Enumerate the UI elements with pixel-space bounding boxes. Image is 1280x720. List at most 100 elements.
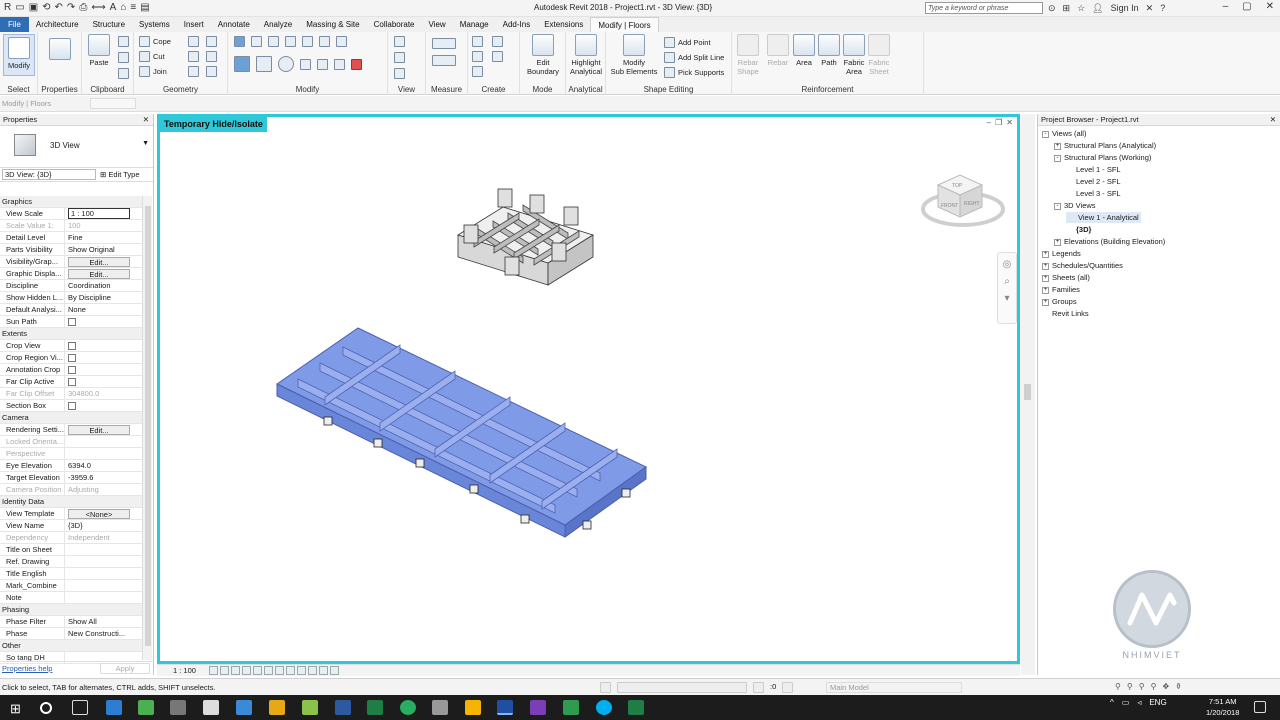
rotate-icon[interactable]: [278, 56, 294, 72]
tree-item[interactable]: + Structural Plans (Analytical): [1054, 140, 1156, 151]
property-value[interactable]: 100: [65, 220, 142, 231]
view-scale[interactable]: 1 : 100: [173, 665, 196, 677]
select-links-icon[interactable]: ⚲: [1115, 682, 1121, 691]
visual-style-icon[interactable]: [220, 666, 229, 675]
sun-path-icon[interactable]: [231, 666, 240, 675]
tree-item[interactable]: Level 1 - SFL: [1066, 164, 1121, 175]
visual-studio-icon[interactable]: [530, 700, 546, 715]
split-gap-icon[interactable]: [319, 36, 330, 47]
rebar-button[interactable]: Rebar: [764, 34, 792, 67]
tab-systems[interactable]: Systems: [132, 17, 177, 32]
network-icon[interactable]: ▭: [1122, 698, 1130, 707]
highlight-displacement-icon[interactable]: [330, 666, 339, 675]
wall-joins-icon[interactable]: [188, 36, 199, 47]
highlight-analytical-button[interactable]: Highlight Analytical: [566, 34, 606, 76]
property-value[interactable]: [65, 592, 142, 603]
property-value[interactable]: <None>: [65, 508, 142, 519]
sync-icon[interactable]: ⟲: [42, 2, 50, 14]
shadows-icon[interactable]: [242, 666, 251, 675]
align-icon[interactable]: [234, 36, 245, 47]
help-icon[interactable]: ?: [1160, 2, 1165, 14]
tree-item[interactable]: + Families: [1042, 284, 1080, 295]
scroll-thumb[interactable]: [1024, 384, 1031, 400]
windows-start-icon[interactable]: ⊞: [10, 701, 21, 717]
fabric-area-button[interactable]: Fabric Area: [842, 34, 866, 76]
property-value[interactable]: Edit...: [65, 268, 142, 279]
apply-button[interactable]: Apply: [100, 663, 150, 674]
tree-item[interactable]: -3D Views: [1054, 200, 1096, 211]
model-selector[interactable]: Main Model: [826, 682, 962, 693]
property-value[interactable]: [65, 352, 142, 363]
options-dropdown[interactable]: [90, 98, 136, 109]
add-split-line-button[interactable]: Add Split Line: [664, 52, 724, 63]
app-icon[interactable]: [432, 700, 448, 715]
property-checkbox[interactable]: [68, 378, 76, 386]
expand-icon[interactable]: +: [1042, 298, 1049, 306]
create-similar-icon[interactable]: [492, 36, 503, 47]
modify-button[interactable]: Modify: [3, 34, 35, 76]
tree-item[interactable]: - Structural Plans (Working): [1054, 152, 1151, 163]
offset-icon[interactable]: [251, 36, 262, 47]
tree-item[interactable]: + Schedules/Quantities: [1042, 260, 1123, 271]
unjoin-icon[interactable]: [206, 66, 217, 77]
app-icon[interactable]: [138, 700, 154, 715]
reveal-hidden-icon[interactable]: [308, 666, 317, 675]
design-options-icon[interactable]: [617, 682, 747, 693]
create-assembly-icon[interactable]: [472, 51, 483, 62]
crop-view-icon[interactable]: [264, 666, 273, 675]
property-group-header[interactable]: Graphics: [0, 196, 142, 208]
property-value[interactable]: 6394.0: [65, 460, 142, 471]
trim-icon[interactable]: [300, 58, 311, 70]
tab-architecture[interactable]: Architecture: [29, 17, 86, 32]
select-underlay-icon[interactable]: ⚲: [1127, 682, 1133, 691]
similar-icon[interactable]: [492, 51, 503, 62]
maximize-icon[interactable]: ▢: [1242, 1, 1251, 12]
match-type-icon[interactable]: [118, 68, 129, 79]
collapse-icon[interactable]: -: [1054, 154, 1061, 162]
tree-item[interactable]: View 1 - Analytical: [1066, 212, 1141, 223]
app-icon[interactable]: [236, 700, 252, 715]
exchange-icon[interactable]: ✕: [1146, 2, 1154, 14]
tab-modify-floors[interactable]: Modify | Floors: [590, 16, 659, 33]
close-icon[interactable]: ✕: [1270, 114, 1276, 126]
viewcube[interactable]: TOP FRONT RIGHT: [921, 174, 1005, 227]
exclude-options-icon[interactable]: [782, 682, 794, 693]
expand-icon[interactable]: +: [1042, 250, 1049, 258]
paste-button[interactable]: Paste: [86, 34, 112, 67]
revit-icon[interactable]: [335, 700, 351, 715]
property-value[interactable]: By Discipline: [65, 292, 142, 303]
property-value[interactable]: Adjusting: [65, 484, 142, 495]
scroll-thumb[interactable]: [145, 206, 151, 646]
chevron-up-icon[interactable]: ^: [1110, 698, 1114, 707]
select-panel-label[interactable]: Select: [0, 85, 37, 94]
volume-icon[interactable]: ◃: [1137, 698, 1141, 707]
property-checkbox[interactable]: [68, 318, 76, 326]
property-value[interactable]: Fine: [65, 232, 142, 243]
property-value[interactable]: Edit...: [65, 424, 142, 435]
property-value[interactable]: [65, 376, 142, 387]
path-button[interactable]: Path: [817, 34, 841, 67]
analytical-model-icon[interactable]: [319, 666, 328, 675]
delete-icon[interactable]: [351, 58, 362, 70]
aligned-dimension-icon[interactable]: [432, 55, 456, 66]
undo-icon[interactable]: ↶: [55, 2, 63, 14]
close-icon[interactable]: ✕: [1006, 118, 1013, 127]
skype-icon[interactable]: [596, 700, 612, 715]
user-icon[interactable]: 👤︎: [1092, 2, 1103, 14]
editable-only-icon[interactable]: [753, 682, 764, 693]
property-value[interactable]: -3959.6: [65, 472, 142, 483]
task-view-icon[interactable]: [72, 700, 88, 715]
property-group-header[interactable]: Identity Data: [0, 496, 142, 508]
nav-bar-options-icon[interactable]: ▾: [998, 293, 1016, 304]
tab-extensions[interactable]: Extensions: [537, 17, 590, 32]
scale-icon[interactable]: [334, 58, 345, 70]
app-icon[interactable]: [302, 700, 318, 715]
tab-analyze[interactable]: Analyze: [257, 17, 299, 32]
property-value[interactable]: [65, 340, 142, 351]
property-value[interactable]: 304800.0: [65, 388, 142, 399]
switch-windows-icon[interactable]: ▤: [140, 2, 149, 14]
expand-icon[interactable]: +: [1042, 262, 1049, 270]
measure-icon[interactable]: ⟷: [91, 2, 105, 14]
paint-icon[interactable]: [188, 66, 199, 77]
property-checkbox[interactable]: [68, 342, 76, 350]
